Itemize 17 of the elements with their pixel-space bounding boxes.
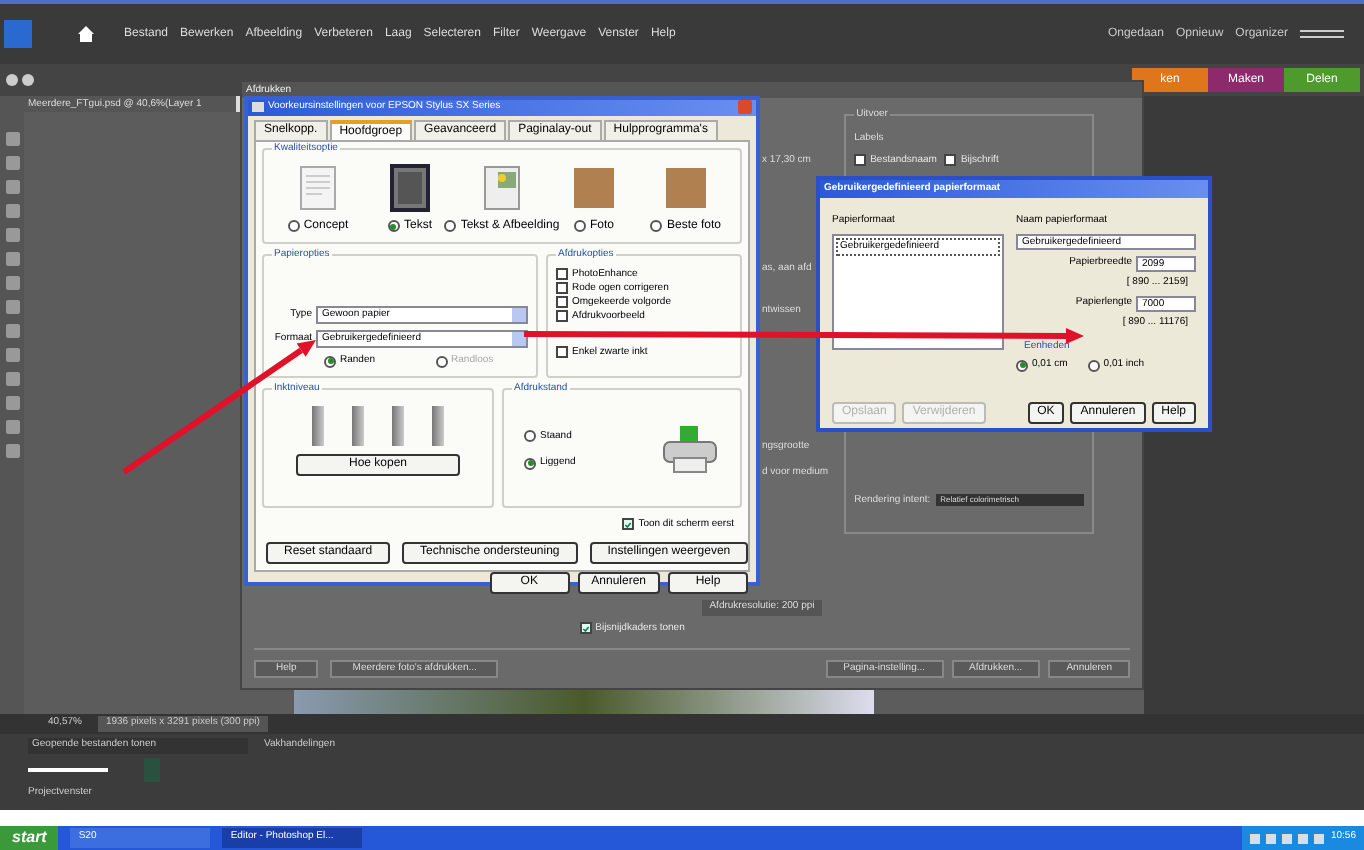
page-icon bbox=[300, 165, 336, 209]
thumbnail[interactable] bbox=[144, 757, 160, 781]
checkmark-icon bbox=[581, 623, 590, 634]
page-image-icon bbox=[484, 165, 520, 209]
app-logo-icon bbox=[4, 20, 32, 48]
close-icon[interactable] bbox=[738, 100, 752, 115]
photo-placeholder bbox=[666, 167, 706, 207]
checkmark-icon bbox=[624, 519, 633, 530]
ink-cartridge-icon bbox=[392, 405, 404, 445]
ink-cartridge-icon bbox=[312, 405, 324, 445]
text-page-icon bbox=[390, 163, 430, 211]
ink-cartridge-icon bbox=[352, 405, 364, 445]
start-button[interactable]: start bbox=[0, 826, 59, 850]
home-icon[interactable] bbox=[76, 24, 96, 44]
ink-cartridge-icon bbox=[432, 405, 444, 445]
tool-icon[interactable] bbox=[4, 72, 36, 88]
photo-placeholder bbox=[574, 167, 614, 207]
